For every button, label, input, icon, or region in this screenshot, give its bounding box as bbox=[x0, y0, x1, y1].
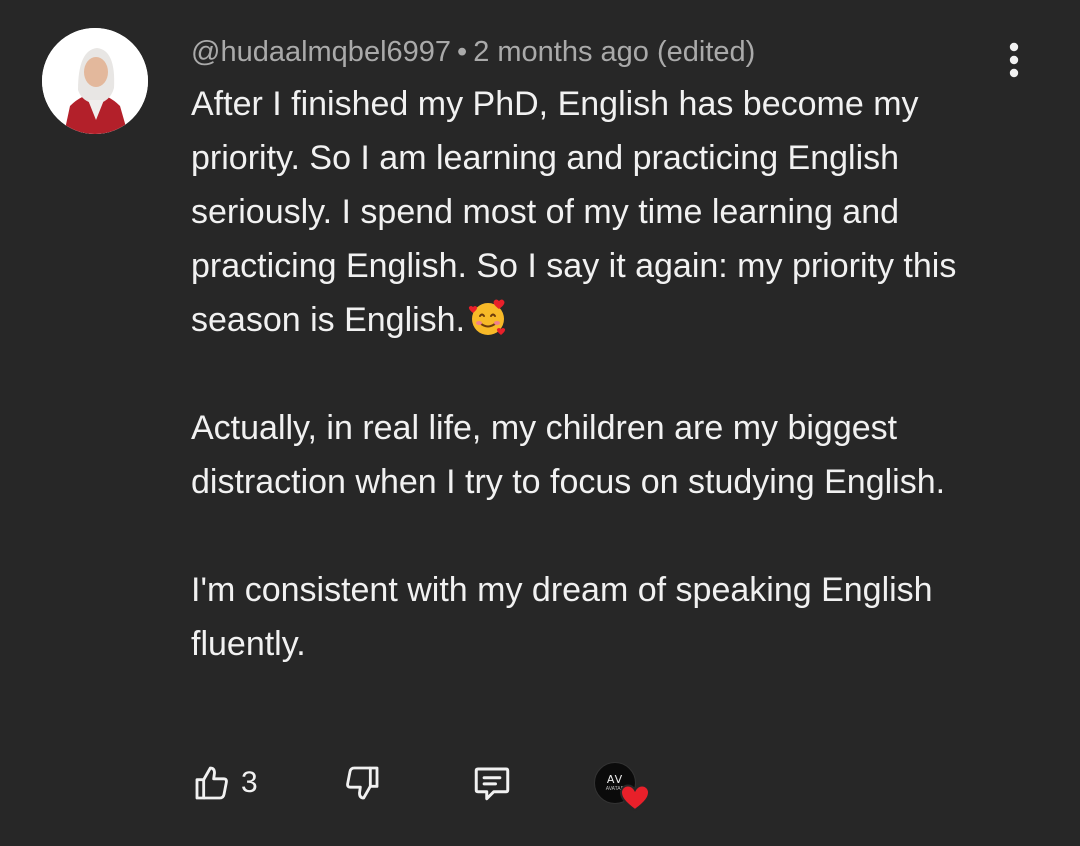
creator-heart-badge: AV AVATAR bbox=[594, 762, 656, 814]
heart-icon bbox=[620, 784, 650, 812]
like-count: 3 bbox=[241, 766, 258, 799]
comment-thread-item: @hudaalmqbel6997 • 2 months ago (edited) A… bbox=[0, 0, 1080, 846]
more-options-button[interactable] bbox=[996, 40, 1032, 80]
dislike-button[interactable] bbox=[338, 758, 386, 808]
reply-comment-icon bbox=[474, 767, 510, 801]
like-button[interactable] bbox=[188, 758, 236, 808]
author-avatar[interactable] bbox=[42, 28, 148, 134]
reply-button[interactable] bbox=[468, 758, 516, 808]
comment-timestamp[interactable]: 2 months ago (edited) bbox=[473, 36, 755, 68]
author-handle[interactable]: @hudaalmqbel6997 bbox=[191, 36, 451, 68]
comment-text: After I finished my PhD, English has bec… bbox=[191, 77, 1031, 671]
vertical-dots-icon bbox=[1009, 42, 1019, 78]
comment-paragraph-3: I'm consistent with my dream of speaking… bbox=[191, 571, 933, 663]
comment-paragraph-1: After I finished my PhD, English has bec… bbox=[191, 85, 957, 339]
meta-separator: • bbox=[457, 36, 468, 68]
smiling-face-with-hearts-icon bbox=[468, 299, 506, 335]
thumbs-up-icon bbox=[195, 766, 228, 800]
comment-paragraph-2: Actually, in real life, my children are … bbox=[191, 409, 946, 501]
thumbs-down-icon bbox=[346, 766, 379, 800]
comment-meta: @hudaalmqbel6997 • 2 months ago (edited) bbox=[191, 34, 755, 70]
